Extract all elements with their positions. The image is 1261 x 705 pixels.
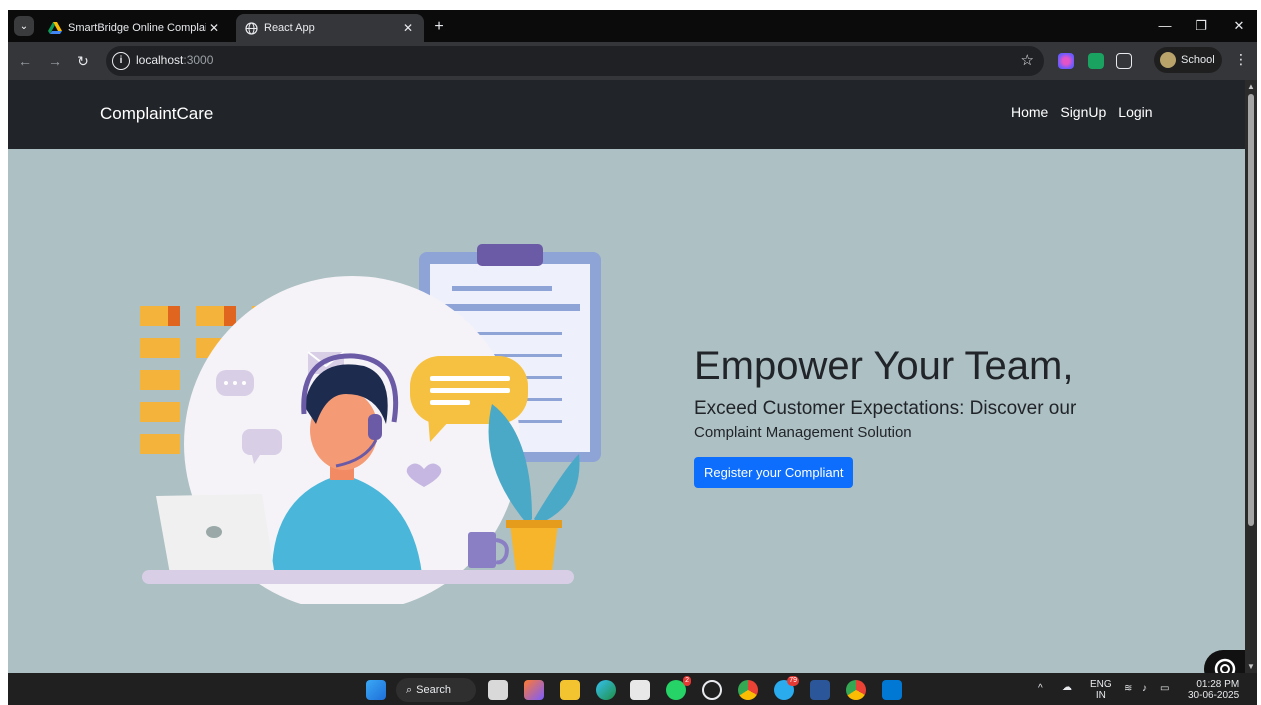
tab-title: SmartBridge Online Complaints — [68, 22, 206, 34]
word-icon[interactable] — [810, 680, 830, 700]
search-icon: ⌕ — [406, 683, 413, 696]
customer-support-illustration — [140, 244, 601, 604]
grammar-extension-icon[interactable] — [1088, 53, 1104, 69]
brand-logo[interactable]: ComplaintCare — [100, 104, 213, 124]
chat-bubble-small-icon — [216, 370, 254, 396]
hero-subtitle: Complaint Management Solution — [694, 424, 912, 441]
scroll-up-icon[interactable]: ▲ — [1247, 82, 1255, 91]
file-explorer-icon[interactable] — [560, 680, 580, 700]
hero-heading: Empower Your Team, — [694, 344, 1074, 388]
reload-icon[interactable]: ↻ — [74, 52, 92, 70]
battery-icon[interactable]: ▭ — [1160, 683, 1169, 694]
chatgpt-floating-icon[interactable] — [1204, 650, 1245, 673]
minimize-icon[interactable]: — — [1150, 16, 1180, 36]
profile-label: School — [1181, 54, 1215, 66]
mug-graphic — [468, 532, 509, 568]
nav-home-link[interactable]: Home — [1011, 104, 1048, 120]
restore-icon[interactable]: ❐ — [1186, 16, 1216, 36]
chatgpt-icon[interactable] — [702, 680, 722, 700]
taskbar-search[interactable]: ⌕ Search — [396, 678, 476, 702]
chrome-icon[interactable] — [738, 680, 758, 700]
site-info-icon[interactable]: i — [112, 52, 130, 70]
wifi-icon[interactable]: ≋ — [1124, 683, 1132, 694]
tab-smartbridge[interactable]: SmartBridge Online Complaints ✕ — [40, 14, 230, 42]
tab-strip: ⌄ SmartBridge Online Complaints ✕ R — [8, 10, 1257, 42]
globe-icon — [244, 21, 258, 35]
whatsapp-icon[interactable]: 2 — [666, 676, 691, 700]
back-arrow-icon[interactable]: ← — [16, 52, 34, 70]
laptop-graphic — [156, 494, 274, 574]
notification-badge: 79 — [787, 676, 799, 686]
copilot-icon[interactable] — [524, 680, 544, 700]
url-text[interactable]: localhost:3000 — [136, 53, 213, 67]
extensions-puzzle-icon[interactable] — [1116, 53, 1132, 69]
register-complaint-button[interactable]: Register your Compliant — [694, 457, 854, 488]
nav-login-link[interactable]: Login — [1118, 104, 1152, 120]
desk-graphic — [142, 570, 574, 584]
nav-links: Home SignUp Login — [1011, 104, 1153, 120]
time-label: 01:28 PM — [1196, 679, 1240, 690]
url-port: :3000 — [183, 53, 214, 67]
hero-section: Empower Your Team, Exceed Customer Expec… — [694, 343, 1194, 488]
tab-search-button[interactable]: ⌄ — [14, 16, 34, 36]
clock[interactable]: 01:28 PM 30-06-2025 — [1188, 679, 1239, 701]
telegram-icon[interactable]: 79 — [774, 676, 799, 700]
scrollbar-thumb[interactable] — [1248, 94, 1254, 526]
volume-icon[interactable]: ♪ — [1142, 683, 1147, 694]
cloud-icon[interactable]: ☁ — [1062, 682, 1072, 693]
edge-icon[interactable] — [596, 680, 616, 700]
close-window-icon[interactable]: ✕ — [1224, 16, 1254, 36]
tab-react-app[interactable]: React App ✕ — [236, 14, 424, 42]
region-label: IN — [1095, 690, 1106, 701]
language-indicator[interactable]: ENG IN — [1090, 679, 1112, 701]
profile-button[interactable]: School — [1154, 47, 1222, 73]
task-view-icon[interactable] — [488, 680, 508, 700]
close-icon[interactable]: ✕ — [206, 21, 222, 35]
browser-window: ⌄ SmartBridge Online Complaints ✕ R — [8, 10, 1257, 705]
scroll-down-icon[interactable]: ▼ — [1247, 662, 1255, 671]
hero-lead: Exceed Customer Expectations: Discover o… — [694, 398, 1077, 419]
vscode-icon[interactable] — [882, 680, 902, 700]
avatar — [1160, 52, 1176, 68]
notification-badge: 2 — [683, 676, 691, 686]
address-bar[interactable]: i localhost:3000 ☆ — [106, 46, 1044, 76]
store-icon[interactable] — [630, 680, 650, 700]
language-label: ENG — [1090, 679, 1112, 690]
chevron-up-icon[interactable]: ^ — [1038, 683, 1043, 694]
url-host: localhost — [136, 53, 184, 67]
windows-taskbar: ⌕ Search 2 79 ^ ☁ ENG IN ≋ ♪ ▭ 01:28 PM … — [8, 673, 1257, 705]
forward-arrow-icon[interactable]: → — [46, 52, 64, 70]
page-scrollbar[interactable]: ▲ ▼ — [1245, 80, 1257, 673]
google-drive-icon — [48, 21, 62, 35]
browser-toolbar: ← → ↻ i localhost:3000 ☆ School ⋮ — [8, 42, 1257, 80]
bookmark-star-icon[interactable]: ☆ — [1021, 51, 1034, 69]
search-label: Search — [416, 684, 452, 696]
date-label: 30-06-2025 — [1188, 690, 1240, 701]
tab-title: React App — [264, 22, 315, 34]
close-icon[interactable]: ✕ — [400, 21, 416, 35]
more-menu-icon[interactable]: ⋮ — [1234, 51, 1248, 68]
page-viewport: ComplaintCare Home SignUp Login Empower … — [8, 80, 1245, 673]
app-navbar: ComplaintCare Home SignUp Login — [8, 80, 1245, 149]
nav-signup-link[interactable]: SignUp — [1060, 104, 1106, 120]
chrome-profile-icon[interactable] — [846, 680, 866, 700]
windows-start-icon[interactable] — [366, 680, 386, 700]
new-tab-button[interactable]: + — [430, 18, 448, 36]
brain-extension-icon[interactable] — [1058, 53, 1074, 69]
